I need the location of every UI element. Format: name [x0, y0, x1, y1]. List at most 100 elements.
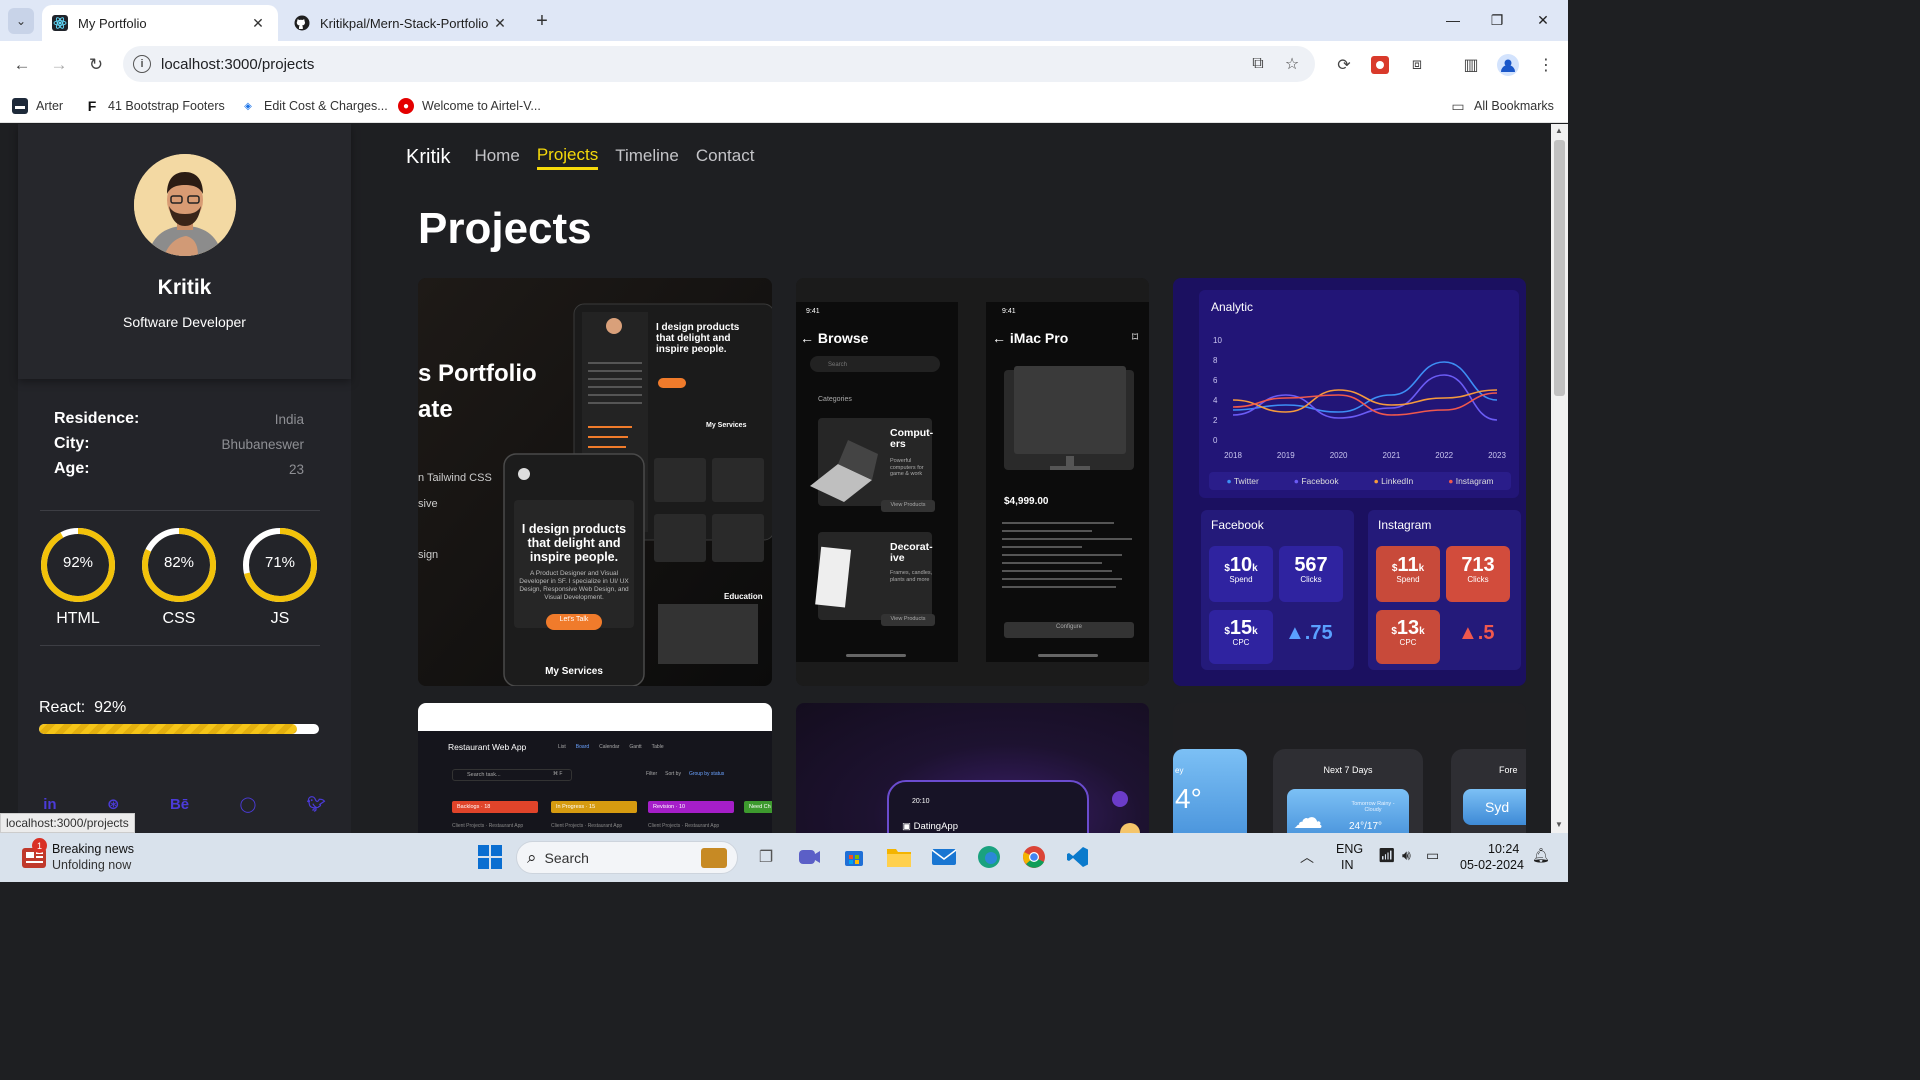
- profile-role: Software Developer: [123, 314, 246, 330]
- project-card-analytics[interactable]: Analytic 0 2 4 6 8 10 2018 2019 2020 2021 2022 2023…: [1173, 278, 1526, 686]
- behance-icon[interactable]: Bē: [170, 796, 189, 813]
- scroll-down-icon[interactable]: ▼: [1555, 820, 1563, 829]
- volume-icon[interactable]: 🔊︎: [1402, 847, 1411, 864]
- project-card-portfolio[interactable]: s Portfolio ate n Tailwind CSS sive sign…: [418, 278, 772, 686]
- nav-contact[interactable]: Contact: [696, 146, 755, 168]
- dating-app-label: DatingApp: [913, 821, 958, 832]
- weather-temp: 4°: [1175, 783, 1202, 814]
- twitter-icon[interactable]: 🐦︎: [307, 795, 326, 813]
- vscode-icon[interactable]: [1062, 841, 1094, 873]
- language-indicator[interactable]: ENG: [1336, 842, 1363, 856]
- view-tab[interactable]: Calendar: [599, 744, 619, 750]
- bookmark-label: Edit Cost & Charges...: [264, 99, 388, 113]
- taskbar-search[interactable]: ⌕ Search: [516, 841, 738, 874]
- github-icon[interactable]: ◯: [240, 795, 257, 813]
- edge-icon[interactable]: [973, 841, 1005, 873]
- restaurant-controls: Filter Sort by Group by status: [646, 771, 724, 777]
- forward-button[interactable]: →: [47, 53, 71, 77]
- gauge-percent: 82%: [163, 554, 195, 571]
- project-card-shop[interactable]: 9:41 9:41 ← Browse Search Categories Com…: [796, 278, 1149, 686]
- filter-control[interactable]: Filter: [646, 771, 657, 777]
- nav-timeline[interactable]: Timeline: [615, 146, 679, 168]
- skill-gauge-css: 82% CSS: [140, 526, 218, 636]
- sort-control[interactable]: Sort by: [665, 771, 681, 777]
- region-indicator[interactable]: IN: [1341, 858, 1354, 872]
- shop-view-products-2[interactable]: View Products: [881, 616, 935, 622]
- microsoft-store-icon[interactable]: [838, 841, 870, 873]
- wifi-icon[interactable]: 📶︎: [1378, 847, 1396, 864]
- new-tab-button[interactable]: +: [530, 9, 554, 33]
- task-view-icon[interactable]: ❐: [750, 841, 782, 873]
- tab-github[interactable]: Kritikpal/Mern-Stack-Portfolio ✕: [284, 5, 520, 41]
- brand-logo[interactable]: Kritik: [406, 146, 450, 169]
- nav-projects[interactable]: Projects: [536, 145, 599, 170]
- react-skill-label: React: 92%: [39, 699, 126, 717]
- news-title[interactable]: Breaking news: [52, 842, 134, 856]
- page-scrollbar[interactable]: ▲ ▼: [1551, 124, 1568, 833]
- project-card-weather[interactable]: ey 4° Next 7 Days Tomorrow Rainy - Cloud…: [1173, 703, 1526, 833]
- bookmark-airtel[interactable]: ● Welcome to Airtel-V...: [398, 95, 541, 117]
- bookmark-bootstrap-footers[interactable]: F 41 Bootstrap Footers: [84, 95, 225, 117]
- bookmark-label: All Bookmarks: [1474, 99, 1554, 113]
- teams-meet-icon[interactable]: [793, 841, 825, 873]
- extension-sync-icon[interactable]: ⟳: [1332, 53, 1356, 77]
- notifications-icon[interactable]: 🔔︎: [1532, 847, 1550, 864]
- bookmark-edit-cost[interactable]: ◈ Edit Cost & Charges...: [240, 95, 388, 117]
- profile-icon[interactable]: [1496, 53, 1520, 77]
- url-text[interactable]: localhost:3000/projects: [161, 56, 1247, 73]
- close-tab-icon[interactable]: ✕: [490, 13, 510, 33]
- ig-cpc-label: CPC: [1399, 638, 1417, 647]
- page-viewport: Kritik Software Developer Residence: Ind…: [0, 124, 1568, 833]
- divider: [40, 510, 320, 511]
- side-panel-icon[interactable]: ▥: [1459, 53, 1483, 77]
- close-tab-icon[interactable]: ✕: [248, 13, 268, 33]
- all-bookmarks[interactable]: ▭ All Bookmarks: [1450, 95, 1554, 117]
- tag-detail: Restaurant App: [587, 823, 623, 829]
- chrome-icon[interactable]: [1018, 841, 1050, 873]
- linkedin-icon[interactable]: in: [43, 796, 56, 813]
- reload-button[interactable]: ↻: [84, 53, 108, 77]
- address-bar[interactable]: i localhost:3000/projects ⧉ ☆: [123, 46, 1315, 82]
- nav-home[interactable]: Home: [474, 146, 519, 168]
- star-icon[interactable]: ☆: [1281, 53, 1303, 75]
- open-in-app-icon[interactable]: ⧉: [1247, 53, 1269, 75]
- view-tab[interactable]: Board: [576, 744, 589, 750]
- ig-delta: ▲.5: [1458, 622, 1495, 644]
- clock-date[interactable]: 05-02-2024: [1460, 858, 1524, 872]
- clock-time[interactable]: 10:24: [1488, 842, 1519, 856]
- bookmark-arter[interactable]: ▬ Arter: [12, 95, 63, 117]
- menu-icon[interactable]: ⋮: [1534, 53, 1558, 77]
- news-widget-icon[interactable]: 1: [20, 838, 50, 872]
- minimize-button[interactable]: —: [1430, 6, 1476, 34]
- restore-button[interactable]: ❐: [1474, 6, 1520, 34]
- windows-start-button[interactable]: [474, 841, 506, 873]
- dribbble-icon[interactable]: ⊛: [107, 795, 120, 813]
- scrollbar-thumb[interactable]: [1554, 140, 1565, 396]
- ig-spend-value: 11: [1397, 554, 1419, 576]
- mail-icon[interactable]: [928, 841, 960, 873]
- view-tab[interactable]: Gantt: [629, 744, 641, 750]
- weather-range: 24°/17°: [1349, 821, 1383, 832]
- scroll-up-icon[interactable]: ▲: [1555, 126, 1563, 135]
- group-control[interactable]: Group by status: [689, 771, 724, 777]
- arrow-right-icon: →: [50, 55, 68, 74]
- shop-view-products-1[interactable]: View Products: [881, 502, 935, 508]
- extension-icon[interactable]: [1368, 53, 1392, 77]
- shop-configure[interactable]: Configure: [1004, 624, 1134, 630]
- view-tab[interactable]: List: [558, 744, 566, 750]
- project-card-restaurant[interactable]: Restaurant Web App List Board Calendar G…: [418, 703, 772, 833]
- site-info-icon[interactable]: i: [133, 55, 151, 73]
- info-value: Bhubaneswer: [221, 436, 304, 452]
- close-window-button[interactable]: ✕: [1520, 6, 1566, 34]
- view-tab[interactable]: Table: [652, 744, 664, 750]
- x-tick-label: 2021: [1383, 451, 1401, 460]
- tab-my-portfolio[interactable]: My Portfolio ✕: [42, 5, 278, 41]
- chevron-up-icon[interactable]: ︿: [1300, 847, 1314, 867]
- project-card-dating[interactable]: 20:10 ▣ DatingApp: [796, 703, 1149, 833]
- back-button[interactable]: ←: [10, 53, 34, 77]
- tab-search-button[interactable]: ⌄: [8, 8, 34, 34]
- puzzle-icon[interactable]: ⧈: [1405, 53, 1429, 77]
- file-explorer-icon[interactable]: [883, 841, 915, 873]
- battery-icon[interactable]: ▭: [1426, 847, 1439, 864]
- page-title: Projects: [418, 204, 592, 253]
